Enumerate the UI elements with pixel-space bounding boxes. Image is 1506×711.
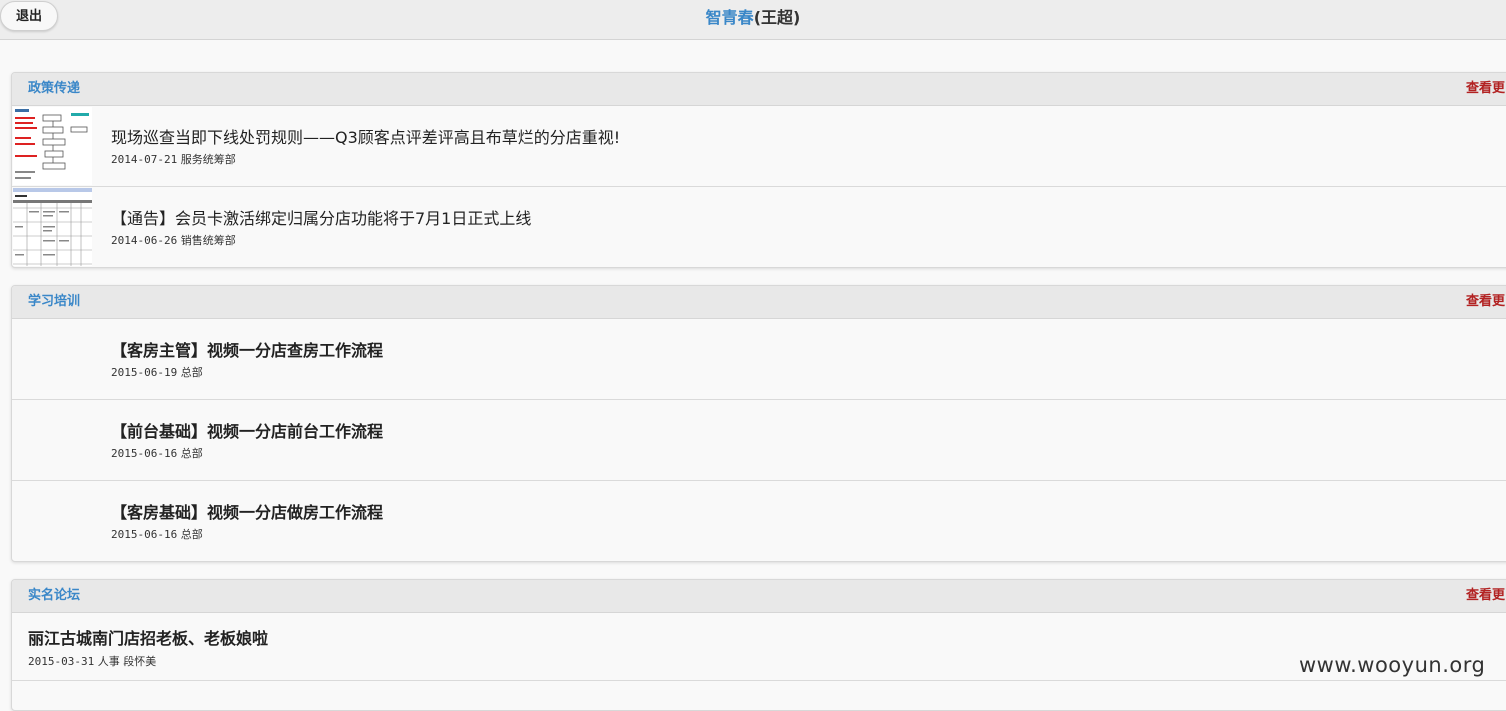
item-meta: 2015-03-31 人事 段怀美 (28, 653, 156, 669)
item-department: 总部 (180, 366, 203, 379)
item-date: 2014-06-26 (111, 234, 178, 247)
item-date: 2014-07-21 (111, 153, 178, 166)
item-department: 总部 (180, 528, 203, 541)
section-header: 学习培训 查看更 (12, 286, 1506, 319)
logout-button[interactable]: 退出 (0, 1, 58, 31)
item-date: 2015-06-16 (111, 528, 178, 541)
item-title: 【前台基础】视频一分店前台工作流程 (111, 422, 384, 441)
item-title: 现场巡查当即下线处罚规则——Q3顾客点评差评高且布草烂的分店重视! (111, 128, 621, 147)
item-date: 2015-06-19 (111, 366, 178, 379)
section-forum: 实名论坛 查看更 丽江古城南门店招老板、老板娘啦 2015-03-31 人事 段… (11, 579, 1506, 711)
list-item[interactable]: 【客房基础】视频一分店做房工作流程 2015-06-16 总部 (12, 481, 1506, 561)
document-thumbnail (13, 188, 92, 266)
item-department: 人事 (97, 655, 120, 668)
section-title: 实名论坛 (28, 588, 81, 603)
item-date: 2015-03-31 (28, 655, 95, 668)
item-department: 销售统筹部 (180, 234, 236, 247)
list-item[interactable]: 丽江古城南门店招老板、老板娘啦 2015-03-31 人事 段怀美 (12, 613, 1506, 681)
list-item[interactable]: 现场巡查当即下线处罚规则——Q3顾客点评差评高且布草烂的分店重视! 2014-0… (12, 106, 1506, 187)
section-training: 学习培训 查看更 【客房主管】视频一分店查房工作流程 2015-06-19 总部… (11, 285, 1506, 562)
section-title: 政策传递 (28, 81, 81, 96)
page-title: 智青春(王超) (0, 0, 1506, 36)
section-policy: 政策传递 查看更 现场巡查当即下线处罚规则——Q3顾客点评差评高且布草烂的分店重… (11, 72, 1506, 268)
item-title: 【客房主管】视频一分店查房工作流程 (111, 341, 384, 360)
section-header: 实名论坛 查看更 (12, 580, 1506, 613)
list-item[interactable]: 【客房主管】视频一分店查房工作流程 2015-06-19 总部 (12, 319, 1506, 400)
top-bar: 智青春(王超) 退出 (0, 0, 1506, 40)
item-department: 服务统筹部 (180, 153, 236, 166)
item-title: 【客房基础】视频一分店做房工作流程 (111, 503, 384, 522)
view-more-link[interactable]: 查看更 (1466, 580, 1505, 612)
view-more-link[interactable]: 查看更 (1466, 73, 1505, 105)
view-more-link[interactable]: 查看更 (1466, 286, 1505, 318)
item-meta: 2014-06-26 销售统筹部 (111, 232, 236, 248)
section-title: 学习培训 (28, 294, 81, 309)
list-item[interactable]: 【通告】会员卡激活绑定归属分店功能将于7月1日正式上线 2014-06-26 销… (12, 187, 1506, 267)
item-meta: 2014-07-21 服务统筹部 (111, 151, 236, 167)
user-name: (王超) (753, 8, 801, 27)
item-title: 丽江古城南门店招老板、老板娘啦 (28, 629, 269, 648)
item-title: 【通告】会员卡激活绑定归属分店功能将于7月1日正式上线 (111, 209, 532, 228)
item-date: 2015-06-16 (111, 447, 178, 460)
item-meta: 2015-06-16 总部 (111, 445, 203, 461)
item-meta: 2015-06-16 总部 (111, 526, 203, 542)
item-meta: 2015-06-19 总部 (111, 364, 203, 380)
item-author: 段怀美 (123, 655, 157, 668)
item-department: 总部 (180, 447, 203, 460)
org-name: 智青春 (705, 8, 754, 27)
section-header: 政策传递 查看更 (12, 73, 1506, 106)
document-thumbnail (13, 107, 92, 185)
watermark: www.wooyun.org (1299, 653, 1486, 677)
list-item[interactable]: 【前台基础】视频一分店前台工作流程 2015-06-16 总部 (12, 400, 1506, 481)
